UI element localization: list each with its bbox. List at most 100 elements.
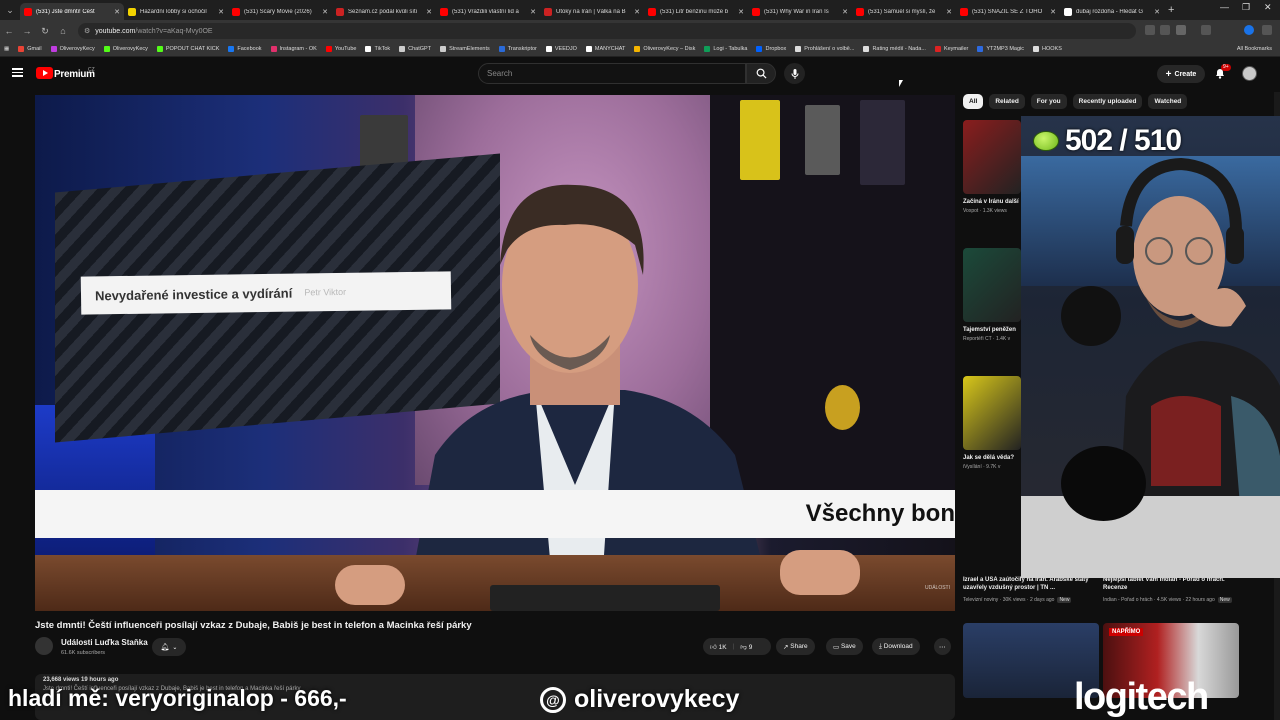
bookmark-item[interactable]: Prohlášení o volbě... (795, 46, 854, 52)
browser-tab[interactable]: (531) Scary Movie (2026) ✕ (228, 3, 332, 20)
bookmark-item[interactable]: YouTube (325, 46, 357, 52)
account-avatar[interactable] (1242, 66, 1257, 81)
tab-close-icon[interactable]: ✕ (426, 8, 432, 16)
save-button[interactable]: ▭ Save (826, 638, 863, 655)
tab-close-icon[interactable]: ✕ (634, 8, 640, 16)
filter-chip[interactable]: Related (989, 94, 1025, 109)
create-button[interactable]: + Create (1157, 65, 1205, 83)
browser-menu-icon[interactable] (1262, 25, 1272, 35)
dislike-button[interactable]: 👎︎ 9 (740, 643, 752, 651)
voice-search-button[interactable] (784, 63, 805, 84)
recommendation-title[interactable]: Izrael a USA zaútočily na Írán. Arabské … (963, 576, 1099, 592)
bookmark-label: YouTube (334, 46, 357, 52)
tab-close-icon[interactable]: ✕ (114, 8, 120, 16)
apps-icon[interactable]: ▦ (4, 46, 9, 52)
tab-close-icon[interactable]: ✕ (1050, 8, 1056, 16)
channel-name[interactable]: Události Luďka Staňka (61, 638, 148, 647)
new-tab-button[interactable]: + (1168, 4, 1174, 16)
bookmark-item[interactable]: Gmail (18, 46, 42, 52)
like-button[interactable]: 👍︎ 1K (710, 643, 727, 651)
minimize-icon[interactable]: — (1220, 2, 1229, 12)
bookmark-item[interactable]: StreamElements (440, 46, 490, 52)
filter-chip[interactable]: All (963, 94, 984, 109)
bookmark-item[interactable]: OliverovyKecy – Disk (634, 46, 695, 52)
bookmark-item[interactable]: YT2MP3 Magic (977, 46, 1024, 52)
video-player[interactable]: Nevydařené investice a vydírání Petr Vikt… (35, 95, 955, 611)
tab-close-icon[interactable]: ✕ (946, 8, 952, 16)
bookmark-item[interactable]: Facebook (228, 46, 262, 52)
extensions-icon[interactable] (1201, 25, 1211, 35)
bookmark-item[interactable]: OliverovyKecy (50, 46, 95, 52)
more-actions-button[interactable]: ⋯ (934, 638, 951, 655)
recommendation-item[interactable]: Tajemství peněžen Reportéři ČT · 1.4K v (963, 248, 1023, 342)
filter-chip[interactable]: For you (1030, 94, 1067, 109)
bookmark-item[interactable]: OliverovyKecy (103, 46, 148, 52)
bookmark-item[interactable]: Transkriptor (498, 46, 537, 52)
bookmark-item[interactable]: Logi - Tabulka (704, 46, 747, 52)
youtube-logo-icon[interactable] (36, 67, 53, 79)
search-button[interactable] (746, 63, 776, 84)
close-window-icon[interactable]: ✕ (1264, 2, 1272, 13)
sponsor-logo: logitech (1074, 676, 1209, 718)
recommendation-thumbnail[interactable] (963, 376, 1021, 450)
bookmark-item[interactable]: TikTok (365, 46, 390, 52)
browser-tab[interactable]: (531) Jste dmnti! Češt ✕ (20, 3, 124, 20)
bookmark-item[interactable]: HOOKS (1033, 46, 1062, 52)
recommendation-title[interactable]: Tajemství peněžen (963, 326, 1023, 334)
bookmark-item[interactable]: POPOUT CHAT KICK (156, 46, 219, 52)
search-input[interactable]: Search (478, 63, 746, 84)
address-bar[interactable]: ⚙ youtube.com/watch?v=aKaq-Mvy0OE (78, 23, 1136, 39)
recommendation-title[interactable]: Začíná v Íránu další (963, 198, 1023, 206)
bookmark-item[interactable]: Dropbox (756, 46, 786, 52)
translate-icon[interactable] (1145, 25, 1155, 35)
download-button[interactable]: ⤓ Download (872, 638, 920, 655)
tab-close-icon[interactable]: ✕ (218, 8, 224, 16)
browser-tab[interactable]: (531) Litr benzinu může b ✕ (644, 3, 748, 20)
recommendation-title[interactable]: Jak se dělá věda? (963, 454, 1023, 462)
tab-close-icon[interactable]: ✕ (738, 8, 744, 16)
bookmark-star-icon[interactable] (1176, 25, 1186, 35)
bookmark-label: OliverovyKecy (59, 46, 95, 52)
browser-tab[interactable]: (531) Why War in Iran Is ✕ (748, 3, 852, 20)
profile-icon[interactable] (1244, 25, 1254, 35)
bookmark-item[interactable]: Instagram - OK (270, 46, 317, 52)
all-bookmarks-link[interactable]: All Bookmarks (1237, 46, 1272, 52)
recommendation-item[interactable]: Začíná v Íránu další Voxpot · 1.3K views (963, 120, 1023, 214)
bookmark-item[interactable]: Rating médií - Nada... (863, 46, 926, 52)
site-info-icon[interactable]: ⚙ (84, 27, 90, 35)
home-icon[interactable]: ⌂ (54, 26, 72, 36)
browser-tab[interactable]: Seznam.cz podal kvůli síti ✕ (332, 3, 436, 20)
browser-tab[interactable]: Hazardní lobby si ochočil ✕ (124, 3, 228, 20)
browser-tab[interactable]: (531) Vraždili vlastní lid a ✕ (436, 3, 540, 20)
filter-chip[interactable]: Watched (1148, 94, 1188, 109)
recommendation-item[interactable]: Jak se dělá věda? iVysílání · 9.7K v (963, 376, 1023, 470)
bookmark-item[interactable]: VEEDJO (545, 46, 577, 52)
forward-icon[interactable]: → (18, 26, 36, 36)
bookmark-item[interactable]: Keymailer (934, 46, 968, 52)
back-icon[interactable]: ← (0, 26, 18, 36)
menu-icon[interactable] (12, 68, 23, 77)
recommendation-thumbnail[interactable] (963, 120, 1021, 194)
browser-tab[interactable]: dubaj rozdoha - Hledat G ✕ (1060, 3, 1164, 20)
cast-icon[interactable] (1160, 25, 1170, 35)
share-button[interactable]: ↗ Share (776, 638, 815, 655)
bookmark-favicon-icon (704, 46, 711, 52)
tab-close-icon[interactable]: ✕ (322, 8, 328, 16)
maximize-icon[interactable]: ❐ (1242, 2, 1250, 13)
recommendation-thumbnail[interactable] (963, 248, 1021, 322)
tab-close-icon[interactable]: ✕ (1154, 8, 1160, 16)
tab-close-icon[interactable]: ✕ (842, 8, 848, 16)
browser-tab[interactable]: (531) Samuel si myslí, že ✕ (852, 3, 956, 20)
tab-search-icon[interactable]: ⌄ (0, 0, 20, 20)
bookmark-item[interactable]: ChatGPT (399, 46, 431, 52)
reload-icon[interactable]: ↻ (36, 26, 54, 37)
filter-chip[interactable]: Recently uploaded (1072, 94, 1143, 109)
browser-tab[interactable]: Útoky na Írán | Válka na B ✕ (540, 3, 644, 20)
subscription-bell-button[interactable]: 🔔︎ ⌄ (152, 638, 186, 656)
recommendation-title[interactable]: Nejlepší tablet Vám Indián - Pořad o hrá… (1103, 576, 1233, 592)
browser-tab[interactable]: (531) SNAŽIL SE Z TOHO ✕ (956, 3, 1060, 20)
bookmark-item[interactable]: MANYCHAT (585, 46, 625, 52)
tab-close-icon[interactable]: ✕ (530, 8, 536, 16)
url-path: /watch?v=aKaq-Mvy0OE (135, 27, 213, 35)
channel-avatar[interactable] (35, 637, 53, 655)
